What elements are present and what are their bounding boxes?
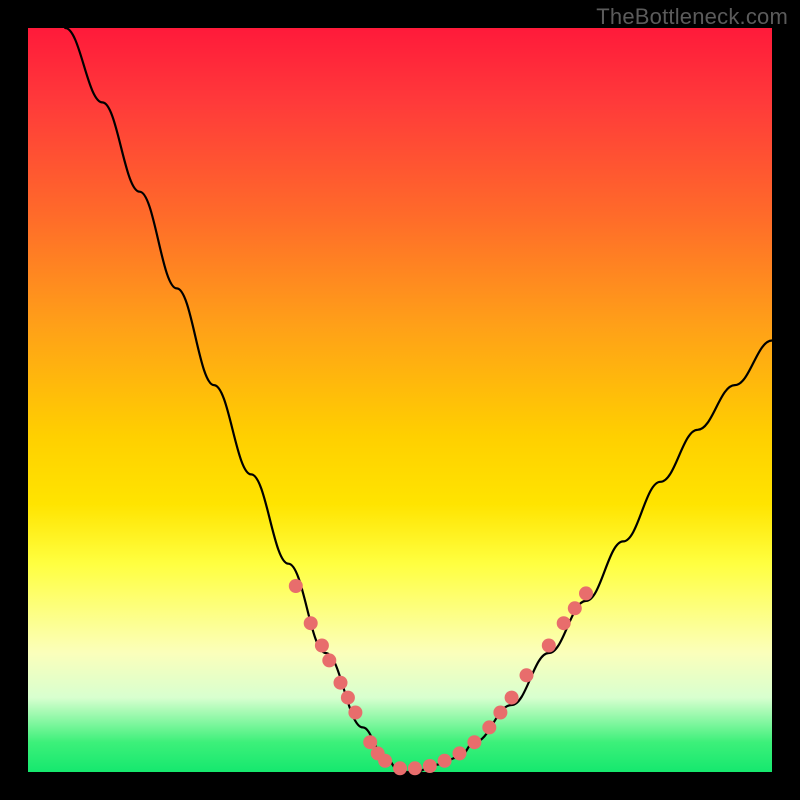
data-marker — [438, 754, 452, 768]
data-marker — [322, 653, 336, 667]
data-marker — [393, 761, 407, 775]
watermark-text: TheBottleneck.com — [596, 4, 788, 30]
data-marker — [341, 691, 355, 705]
data-marker — [482, 720, 496, 734]
data-marker — [493, 706, 507, 720]
data-marker — [348, 706, 362, 720]
data-marker — [304, 616, 318, 630]
data-marker — [467, 735, 481, 749]
chart-svg — [28, 28, 772, 772]
bottleneck-curve — [65, 28, 772, 772]
chart-frame: TheBottleneck.com — [0, 0, 800, 800]
data-marker — [289, 579, 303, 593]
data-marker — [334, 676, 348, 690]
data-marker — [557, 616, 571, 630]
data-marker — [423, 759, 437, 773]
data-marker — [408, 761, 422, 775]
data-marker — [579, 586, 593, 600]
data-marker — [520, 668, 534, 682]
marker-layer — [289, 579, 593, 775]
data-marker — [542, 639, 556, 653]
chart-plot-area — [28, 28, 772, 772]
data-marker — [453, 746, 467, 760]
data-marker — [315, 639, 329, 653]
data-marker — [505, 691, 519, 705]
data-marker — [378, 754, 392, 768]
curve-layer — [65, 28, 772, 772]
data-marker — [568, 601, 582, 615]
